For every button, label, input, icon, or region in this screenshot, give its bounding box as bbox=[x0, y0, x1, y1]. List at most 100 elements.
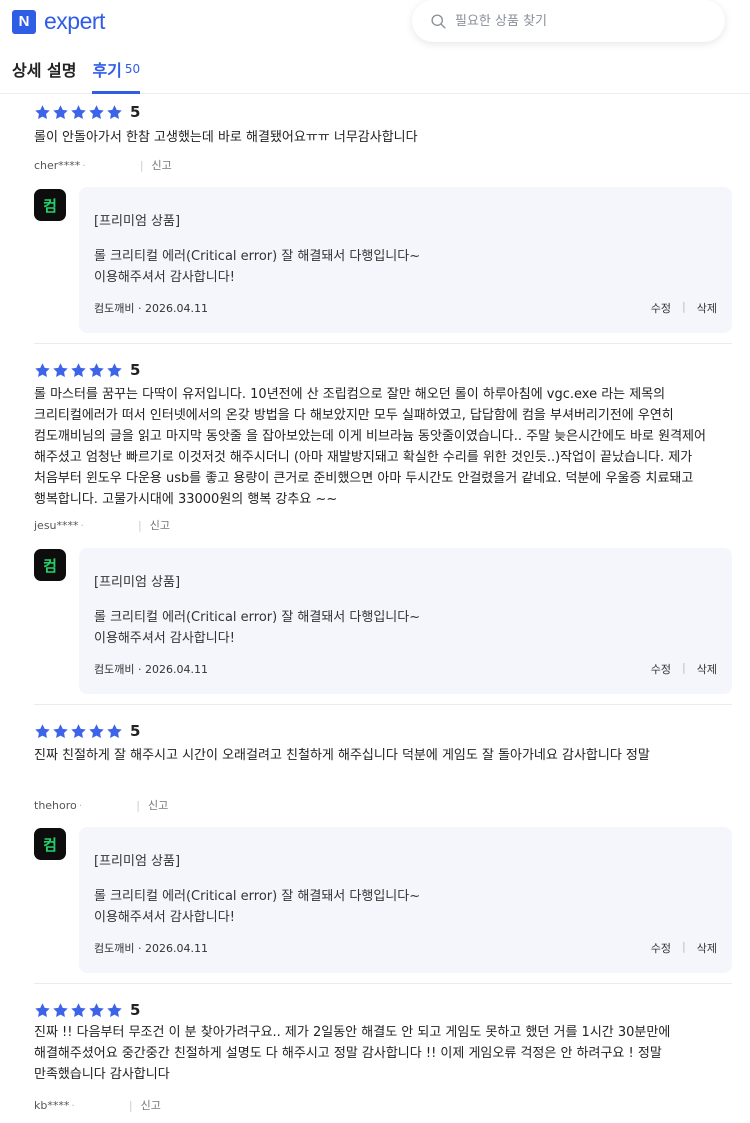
star-icon bbox=[89, 104, 104, 119]
tab-description-label: 상세 설명 bbox=[12, 61, 77, 80]
star-icon bbox=[89, 362, 104, 377]
star-rating: 5 bbox=[34, 361, 140, 379]
star-icon bbox=[53, 104, 68, 119]
review-text: 롤이 안돌아가서 한참 고생했는데 바로 해결됐어요ㅠㅠ 너무감사합니다 bbox=[34, 130, 418, 145]
star-icon bbox=[107, 723, 122, 738]
star-rating: 5 bbox=[34, 103, 140, 121]
tab-description[interactable]: 상세 설명 bbox=[12, 57, 76, 94]
seller-reply: [프리미엄 상품] 롤 크리티컬 에러(Critical error) 잘 해결… bbox=[79, 548, 732, 694]
edit-button[interactable]: 수정 bbox=[651, 300, 671, 316]
review-divider bbox=[34, 983, 732, 984]
star-icon bbox=[35, 362, 50, 377]
meta-dot: · bbox=[80, 518, 85, 532]
meta-dot: · bbox=[78, 798, 83, 812]
rating-score: 5 bbox=[130, 722, 141, 740]
reply-actions: 수정 | 삭제 bbox=[651, 661, 717, 677]
meta-dot: · bbox=[71, 1098, 75, 1112]
review-author: cher**** bbox=[34, 158, 81, 172]
report-link[interactable]: 신고 bbox=[148, 797, 168, 813]
top-header: N expert 상세 설명 후기 50 bbox=[0, 0, 750, 94]
reply-line-2: 이용해주셔서 감사합니다! bbox=[94, 910, 235, 925]
search-icon bbox=[431, 13, 446, 29]
meta-separator: | bbox=[128, 1098, 133, 1112]
reply-line-1: 롤 크리티컬 에러(Critical error) 잘 해결돼서 다행입니다~ bbox=[94, 249, 421, 264]
search-bar[interactable] bbox=[412, 0, 725, 42]
star-icon bbox=[89, 1002, 104, 1017]
rating-score: 5 bbox=[130, 1001, 141, 1019]
edit-button[interactable]: 수정 bbox=[651, 940, 671, 956]
star-icon bbox=[53, 362, 68, 377]
review-text: 롤 마스터를 꿈꾸는 다딱이 유저입니다. 10년전에 산 조립컴으로 잘만 해… bbox=[34, 387, 706, 507]
logo[interactable]: N expert bbox=[12, 8, 105, 35]
report-link[interactable]: 신고 bbox=[141, 1097, 161, 1113]
reply-product-tag: [프리미엄 상품] bbox=[94, 854, 181, 869]
delete-button[interactable]: 삭제 bbox=[697, 661, 717, 677]
reply-author-date: 컴도깨비 · 2026.04.11 bbox=[94, 663, 208, 676]
action-separator: | bbox=[682, 940, 686, 953]
meta-dot: · bbox=[82, 158, 86, 172]
reply-author-date: 컴도깨비 · 2026.04.11 bbox=[94, 302, 208, 315]
review-meta: thehoro · | 신고 bbox=[34, 797, 168, 813]
reply-line-1: 롤 크리티컬 에러(Critical error) 잘 해결돼서 다행입니다~ bbox=[94, 889, 421, 904]
review-author: thehoro bbox=[34, 798, 77, 812]
star-icon bbox=[71, 723, 86, 738]
star-icon bbox=[107, 104, 122, 119]
reply-body: 롤 크리티컬 에러(Critical error) 잘 해결돼서 다행입니다~ … bbox=[94, 886, 420, 928]
edit-button[interactable]: 수정 bbox=[651, 661, 671, 677]
seller-reply: [프리미엄 상품] 롤 크리티컬 에러(Critical error) 잘 해결… bbox=[79, 827, 732, 973]
tab-reviews[interactable]: 후기 50 bbox=[92, 57, 140, 94]
delete-button[interactable]: 삭제 bbox=[697, 940, 717, 956]
star-icon bbox=[71, 1002, 86, 1017]
star-rating: 5 bbox=[34, 1001, 140, 1019]
review-meta: jesu**** · | 신고 bbox=[34, 517, 170, 533]
review-text: 진짜 친절하게 잘 해주시고 시간이 오래걸려고 친철하게 해주십니다 덕분에 … bbox=[34, 748, 650, 763]
meta-separator: | bbox=[139, 158, 144, 172]
star-icon bbox=[53, 1002, 68, 1017]
meta-separator: | bbox=[136, 798, 140, 812]
logo-text: expert bbox=[44, 8, 105, 34]
reply-line-2: 이용해주셔서 감사합니다! bbox=[94, 270, 235, 285]
seller-avatar: 컴 bbox=[34, 189, 66, 221]
tab-bar: 상세 설명 후기 50 bbox=[12, 57, 140, 94]
star-icon bbox=[35, 1002, 50, 1017]
meta-separator: | bbox=[138, 518, 142, 532]
tab-reviews-count: 50 bbox=[124, 62, 141, 76]
review-text: 진짜 !! 다음부터 무조건 이 분 찾아가려구요.. 제가 2일동안 해결도 … bbox=[34, 1025, 671, 1082]
rating-score: 5 bbox=[130, 103, 141, 121]
reply-line-2: 이용해주셔서 감사합니다! bbox=[94, 631, 235, 646]
delete-button[interactable]: 삭제 bbox=[697, 300, 717, 316]
reply-body: 롤 크리티컬 에러(Critical error) 잘 해결돼서 다행입니다~ … bbox=[94, 246, 420, 288]
reply-author-date: 컴도깨비 · 2026.04.11 bbox=[94, 942, 208, 955]
reply-actions: 수정 | 삭제 bbox=[651, 300, 717, 316]
reply-product-tag: [프리미엄 상품] bbox=[94, 575, 181, 590]
seller-avatar: 컴 bbox=[34, 549, 66, 581]
action-separator: | bbox=[682, 661, 686, 674]
search-input[interactable] bbox=[455, 13, 695, 29]
star-icon bbox=[89, 723, 104, 738]
logo-mark: N bbox=[12, 9, 36, 34]
tab-reviews-label: 후기 bbox=[92, 61, 122, 80]
action-separator: | bbox=[682, 300, 686, 313]
review-meta: cher**** · | 신고 bbox=[34, 157, 172, 173]
star-icon bbox=[35, 723, 50, 738]
star-icon bbox=[107, 362, 122, 377]
star-icon bbox=[107, 1002, 122, 1017]
rating-score: 5 bbox=[130, 361, 141, 379]
reply-line-1: 롤 크리티컬 에러(Critical error) 잘 해결돼서 다행입니다~ bbox=[94, 610, 421, 625]
review-divider bbox=[34, 704, 732, 705]
reply-product-tag: [프리미엄 상품] bbox=[94, 214, 181, 229]
seller-reply: [프리미엄 상품] 롤 크리티컬 에러(Critical error) 잘 해결… bbox=[79, 187, 732, 333]
review-author: kb**** bbox=[34, 1098, 70, 1112]
star-icon bbox=[71, 104, 86, 119]
star-icon bbox=[53, 723, 68, 738]
review-meta: kb**** · | 신고 bbox=[34, 1097, 161, 1113]
report-link[interactable]: 신고 bbox=[152, 157, 172, 173]
reply-actions: 수정 | 삭제 bbox=[651, 940, 717, 956]
review-author: jesu**** bbox=[34, 518, 79, 532]
star-icon bbox=[35, 104, 50, 119]
report-link[interactable]: 신고 bbox=[150, 517, 170, 533]
star-rating: 5 bbox=[34, 722, 140, 740]
seller-avatar: 컴 bbox=[34, 828, 66, 860]
reply-body: 롤 크리티컬 에러(Critical error) 잘 해결돼서 다행입니다~ … bbox=[94, 607, 420, 649]
review-divider bbox=[34, 343, 732, 344]
